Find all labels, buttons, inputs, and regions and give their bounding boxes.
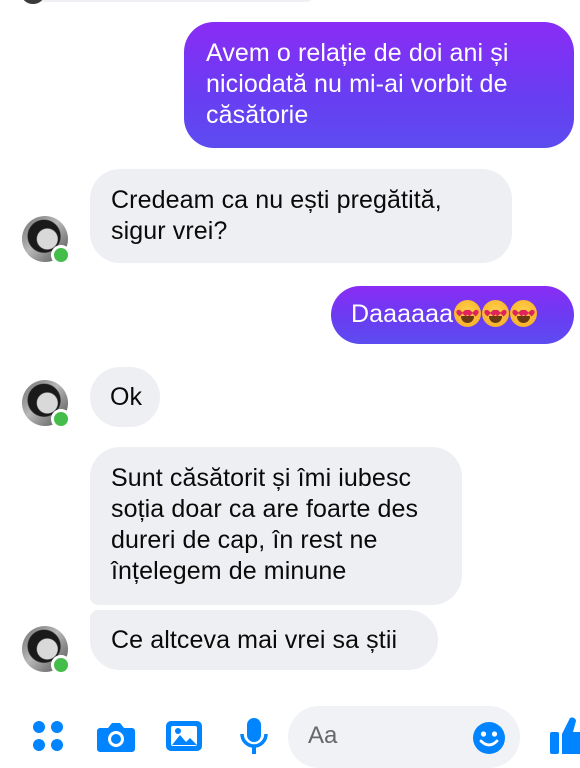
message-line: niciodată nu mi-ai vorbit de <box>206 70 508 98</box>
message-input-placeholder: Aa <box>308 722 338 749</box>
camera-icon[interactable] <box>96 718 136 754</box>
message-line: Sunt căsătorit și îmi iubesc <box>111 464 412 492</box>
heart-eyes-emoji <box>482 300 510 327</box>
message-line: căsătorie <box>206 101 309 129</box>
message-text: Daaaaaa <box>351 300 454 328</box>
heart-eyes-emoji <box>510 300 538 327</box>
message-sent[interactable]: Avem o relație de doi ani și niciodată n… <box>184 22 574 148</box>
message-line: înțelegem de minune <box>111 557 347 585</box>
message-text: Ok <box>110 383 143 411</box>
message-text: Ce altceva mai vrei sa știi <box>111 626 398 654</box>
message-line: Avem o relație de doi ani și <box>206 39 509 67</box>
contact-avatar[interactable] <box>22 626 71 675</box>
active-status-dot <box>51 655 71 675</box>
previous-avatar-fragment <box>22 0 44 4</box>
message-received[interactable]: Credeam ca nu ești pregătită, sigur vrei… <box>90 169 512 263</box>
heart-eyes-emoji <box>454 300 482 327</box>
message-received[interactable]: Ce altceva mai vrei sa știi <box>90 610 438 670</box>
active-status-dot <box>51 245 71 265</box>
active-status-dot <box>51 409 71 429</box>
thumbs-up-icon[interactable] <box>548 714 580 758</box>
message-line: dureri de cap, în rest ne <box>111 526 378 554</box>
contact-avatar[interactable] <box>22 216 71 265</box>
message-line: sigur vrei? <box>111 217 228 245</box>
microphone-icon[interactable] <box>238 716 270 756</box>
message-received[interactable]: Sunt căsătorit și îmi iubesc soția doar … <box>90 447 462 605</box>
message-line: Credeam ca nu ești pregătită, <box>111 186 442 214</box>
menu-dots-icon[interactable] <box>30 718 66 754</box>
gallery-icon[interactable] <box>164 718 204 754</box>
message-sent[interactable]: Daaaaaa <box>331 286 574 344</box>
contact-avatar[interactable] <box>22 380 71 429</box>
message-received[interactable]: Ok <box>90 367 160 427</box>
previous-message-fragment <box>34 0 314 2</box>
message-line: soția doar ca are foarte des <box>111 495 419 523</box>
emoji-icon[interactable] <box>472 721 506 755</box>
